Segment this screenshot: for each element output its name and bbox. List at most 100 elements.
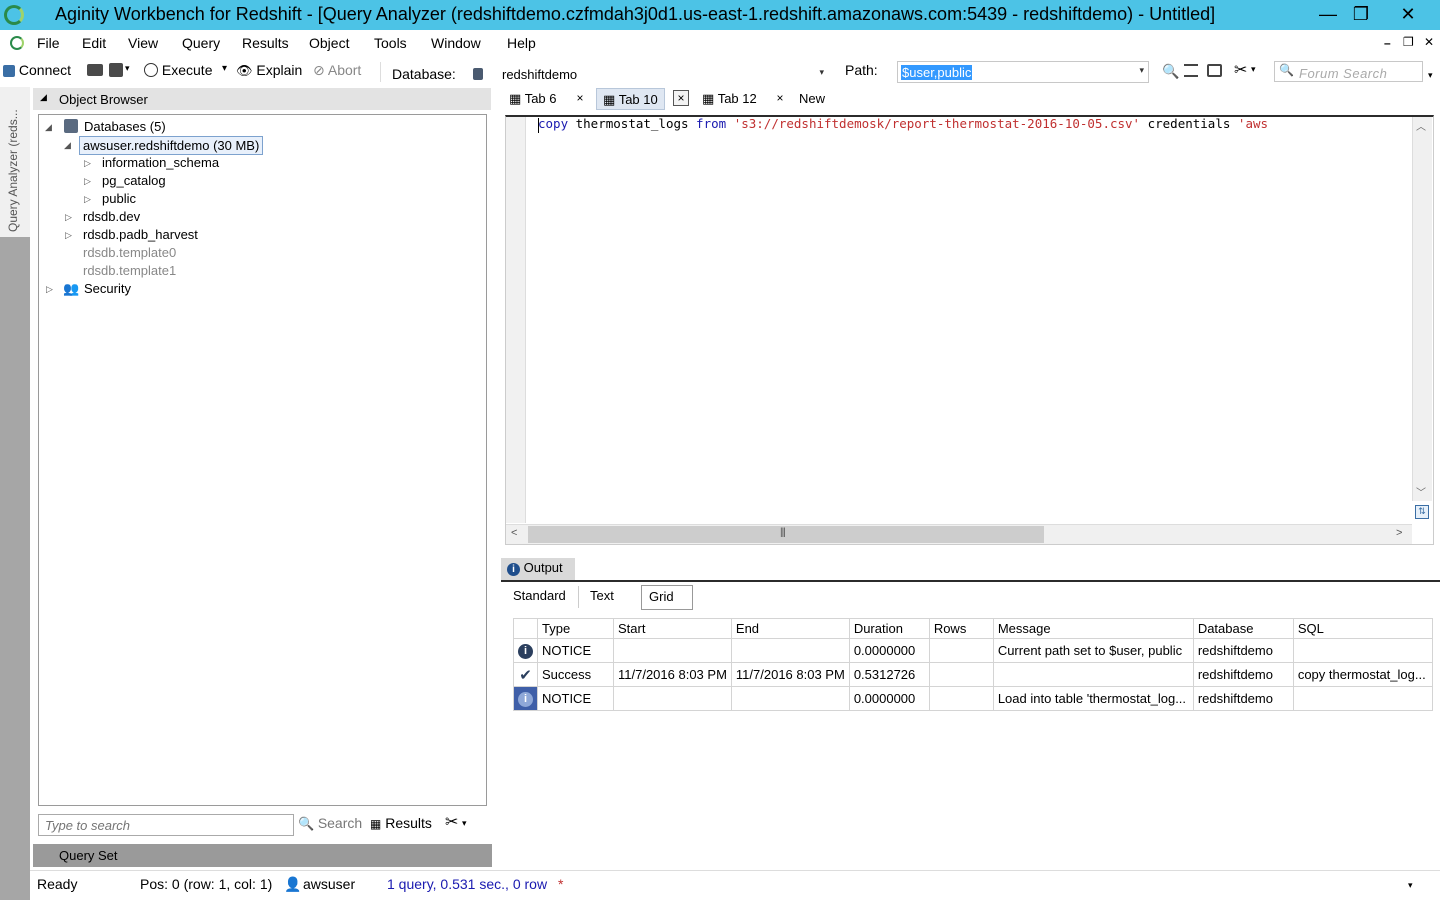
search-button[interactable]: 🔍 Search: [298, 815, 362, 832]
header-start[interactable]: Start: [613, 618, 732, 639]
save-dropdown-icon[interactable]: ▾: [125, 63, 130, 74]
status-user: awsuser: [303, 876, 356, 892]
toolbar-overflow-icon[interactable]: ▾: [1428, 70, 1433, 81]
tree-db-awsuser-redshiftdemo[interactable]: awsuser.redshiftdemo (30 MB): [79, 136, 264, 155]
forum-search-input[interactable]: 🔍 Forum Search: [1274, 61, 1423, 82]
export-icon[interactable]: [1207, 64, 1222, 77]
settings-tools-icon[interactable]: ✂: [445, 812, 458, 832]
status-query-info[interactable]: 1 query, 0.531 sec., 0 row: [387, 876, 547, 892]
tree-schema-information-schema[interactable]: information_schema: [102, 155, 219, 170]
output-panel-tab[interactable]: i Output: [501, 558, 575, 580]
path-select[interactable]: $user,public ▾: [897, 61, 1149, 83]
app-menu-icon[interactable]: [10, 36, 24, 50]
open-folder-icon[interactable]: [87, 64, 103, 76]
tab-10-close-button[interactable]: ×: [673, 90, 689, 106]
tree-db-rdsdb-template1[interactable]: rdsdb.template1: [83, 263, 176, 278]
results-button[interactable]: ▦ Results: [370, 815, 432, 831]
scroll-right-icon[interactable]: >: [1396, 527, 1402, 539]
collapsed-arrow-icon[interactable]: ▷: [65, 230, 72, 241]
mdi-close-button[interactable]: ✕: [1424, 35, 1434, 49]
tree-db-rdsdb-padb-harvest[interactable]: rdsdb.padb_harvest: [83, 227, 198, 242]
expanded-arrow-icon[interactable]: ◢: [45, 122, 52, 133]
header-rows[interactable]: Rows: [928, 618, 994, 639]
tree-schema-public[interactable]: public: [102, 191, 136, 206]
execute-dropdown-icon[interactable]: ▾: [222, 63, 227, 74]
collapsed-arrow-icon[interactable]: ▷: [46, 284, 53, 295]
cell-database: redshiftdemo: [1192, 686, 1294, 711]
close-button[interactable]: ✕: [1385, 0, 1431, 30]
status-modified-indicator: *: [558, 876, 564, 892]
collapsed-arrow-icon[interactable]: ▷: [84, 194, 91, 205]
header-sql[interactable]: SQL: [1292, 618, 1433, 639]
editor-vertical-scrollbar[interactable]: [1412, 117, 1432, 501]
database-select[interactable]: redshiftdemo ▾: [495, 63, 829, 85]
menu-object[interactable]: Object: [309, 35, 349, 51]
cell-message: Load into table 'thermostat_log...: [992, 686, 1194, 711]
table-icon: ▦: [603, 92, 616, 107]
tab-6[interactable]: ▦ Tab 6: [503, 88, 563, 110]
tree-databases[interactable]: Databases (5): [84, 119, 166, 134]
collapsed-arrow-icon[interactable]: ▷: [65, 212, 72, 223]
settings-dropdown-icon[interactable]: ▾: [462, 818, 467, 829]
tab-10[interactable]: ▦ Tab 10: [596, 88, 665, 110]
editor-split-icon[interactable]: ⇅: [1415, 505, 1429, 519]
scroll-down-icon[interactable]: ﹀: [1416, 484, 1426, 499]
status-dropdown-icon[interactable]: ▾: [1408, 880, 1413, 891]
header-end[interactable]: End: [730, 618, 850, 639]
table-row[interactable]: i NOTICE 0.0000000 Current path set to $…: [513, 638, 1433, 663]
tree-security[interactable]: Security: [84, 281, 131, 296]
tools-icon[interactable]: ✂: [1234, 60, 1247, 80]
tree-schema-pg-catalog[interactable]: pg_catalog: [102, 173, 166, 188]
explain-button[interactable]: 👁 Explain: [236, 62, 302, 79]
tools-dropdown-icon[interactable]: ▾: [1251, 64, 1256, 75]
menu-window[interactable]: Window: [431, 35, 481, 51]
menu-file[interactable]: File: [37, 35, 60, 51]
tab-text[interactable]: Text: [590, 588, 614, 603]
collapsed-arrow-icon[interactable]: ▷: [84, 176, 91, 187]
collapsed-arrow-icon[interactable]: ▷: [84, 158, 91, 169]
header-message[interactable]: Message: [992, 618, 1194, 639]
query-set-bar[interactable]: Query Set: [33, 844, 492, 867]
restore-button[interactable]: ❐: [1338, 0, 1384, 30]
tab-grid[interactable]: Grid: [649, 589, 674, 604]
expanded-arrow-icon[interactable]: ◢: [64, 140, 71, 151]
object-browser-header[interactable]: ◢ Object Browser: [33, 88, 491, 110]
format-list-icon[interactable]: [1184, 64, 1198, 77]
sql-editor[interactable]: [505, 115, 1434, 545]
header-database[interactable]: Database: [1192, 618, 1294, 639]
scroll-left-icon[interactable]: <: [511, 527, 517, 539]
horizontal-scroll-thumb[interactable]: [528, 526, 1044, 543]
menu-tools[interactable]: Tools: [374, 35, 407, 51]
menu-edit[interactable]: Edit: [82, 35, 106, 51]
abort-button[interactable]: ⊘ Abort: [313, 62, 361, 79]
header-duration[interactable]: Duration: [848, 618, 930, 639]
connect-button[interactable]: Connect: [3, 62, 71, 78]
tab-12-close-button[interactable]: ×: [772, 91, 788, 107]
menu-help[interactable]: Help: [507, 35, 536, 51]
table-row[interactable]: ✔ Success 11/7/2016 8:03 PM 11/7/2016 8:…: [513, 662, 1433, 687]
header-type[interactable]: Type: [537, 618, 614, 639]
tab-6-close-button[interactable]: ×: [572, 91, 588, 107]
sql-code-line[interactable]: copy thermostat_logs from 's3://redshift…: [538, 116, 1268, 131]
info-icon: i: [513, 638, 538, 663]
table-row[interactable]: i NOTICE 0.0000000 Load into table 'ther…: [513, 686, 1433, 711]
object-search-input[interactable]: [38, 814, 294, 836]
scroll-up-icon[interactable]: ︿: [1416, 118, 1426, 133]
mdi-minimize-button[interactable]: –: [1384, 36, 1391, 50]
tree-db-rdsdb-template0[interactable]: rdsdb.template0: [83, 245, 176, 260]
menu-results[interactable]: Results: [242, 35, 289, 51]
tab-12[interactable]: ▦ Tab 12: [696, 88, 763, 110]
execute-button[interactable]: Execute: [144, 62, 212, 78]
save-icon[interactable]: [109, 63, 123, 77]
stop-icon: ⊘: [313, 62, 325, 78]
cell-sql: [1292, 638, 1433, 663]
menu-query[interactable]: Query: [182, 35, 220, 51]
database-label: Database:: [392, 66, 456, 82]
zoom-icon[interactable]: 🔍: [1162, 63, 1179, 80]
tree-db-rdsdb-dev[interactable]: rdsdb.dev: [83, 209, 140, 224]
mdi-restore-button[interactable]: ❐: [1403, 35, 1414, 49]
tab-standard[interactable]: Standard: [513, 588, 566, 603]
cell-start: 11/7/2016 8:03 PM: [613, 662, 732, 687]
menu-view[interactable]: View: [128, 35, 158, 51]
tab-new[interactable]: New: [793, 88, 831, 110]
